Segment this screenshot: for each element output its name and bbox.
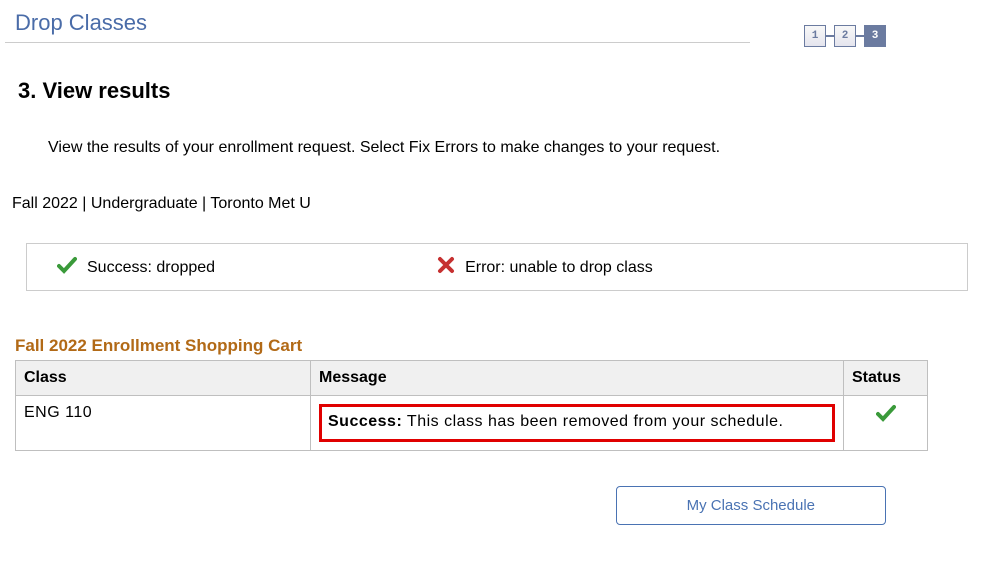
step-2: 2 bbox=[834, 25, 856, 47]
table-header-class: Class bbox=[16, 361, 311, 396]
legend-success: Success: dropped bbox=[57, 256, 215, 280]
step-connector bbox=[856, 35, 864, 37]
message-prefix: Success: bbox=[328, 413, 402, 430]
instructions-text: View the results of your enrollment requ… bbox=[0, 104, 981, 157]
table-header-message: Message bbox=[311, 361, 844, 396]
table-header-status: Status bbox=[844, 361, 928, 396]
my-class-schedule-button[interactable]: My Class Schedule bbox=[616, 486, 886, 525]
class-cell: ENG 110 bbox=[16, 396, 311, 451]
message-cell: Success: This class has been removed fro… bbox=[311, 396, 844, 451]
check-icon bbox=[57, 256, 77, 280]
message-highlight: Success: This class has been removed fro… bbox=[319, 404, 835, 442]
legend-error-label: Error: unable to drop class bbox=[465, 259, 653, 277]
page-title: Drop Classes bbox=[5, 0, 750, 43]
step-indicator: 1 2 3 bbox=[804, 25, 886, 47]
step-connector bbox=[826, 35, 834, 37]
legend-box: Success: dropped Error: unable to drop c… bbox=[26, 243, 968, 291]
step-1: 1 bbox=[804, 25, 826, 47]
action-row: My Class Schedule bbox=[0, 486, 981, 525]
table-row: ENG 110 Success: This class has been rem… bbox=[16, 396, 928, 451]
x-icon bbox=[437, 256, 455, 280]
check-icon bbox=[876, 405, 896, 427]
step-3: 3 bbox=[864, 25, 886, 47]
legend-error: Error: unable to drop class bbox=[437, 256, 653, 280]
cart-title: Fall 2022 Enrollment Shopping Cart bbox=[0, 291, 981, 360]
legend-success-label: Success: dropped bbox=[87, 259, 215, 277]
message-body: This class has been removed from your sc… bbox=[402, 413, 783, 430]
results-table: Class Message Status ENG 110 Success: Th… bbox=[15, 360, 928, 451]
term-info: Fall 2022 | Undergraduate | Toronto Met … bbox=[0, 157, 981, 213]
section-heading: 3. View results bbox=[0, 43, 981, 104]
status-cell bbox=[844, 396, 928, 451]
